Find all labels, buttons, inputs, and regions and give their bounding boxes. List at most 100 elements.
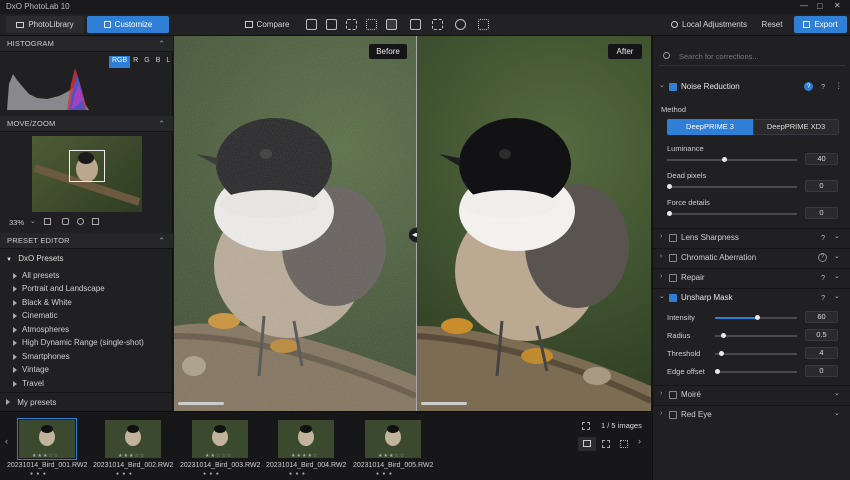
fit-filmstrip-icon[interactable]	[582, 422, 590, 430]
preset-item[interactable]: Smartphones	[13, 351, 70, 363]
moire-checkbox[interactable]	[669, 391, 677, 399]
slider-knob[interactable]	[715, 369, 720, 374]
preset-item[interactable]: Cinematic	[13, 310, 58, 322]
help-question-icon[interactable]: ?	[821, 233, 825, 242]
preset-editor-header[interactable]: PRESET EDITOR ⌃	[0, 233, 173, 249]
color-label-dots[interactable]: ● ● ●	[376, 471, 393, 477]
color-label-dots[interactable]: ● ● ●	[30, 471, 47, 477]
dead-pixels-value[interactable]: 0	[805, 180, 838, 192]
preset-item[interactable]: Atmospheres	[13, 324, 69, 336]
after-view[interactable]: After	[417, 36, 651, 411]
repair-header[interactable]: › Repair ? ⌄	[653, 268, 850, 286]
help-question-icon[interactable]: ?	[821, 273, 825, 282]
chevron-down-icon[interactable]: ⌄	[834, 292, 840, 300]
threshold-value[interactable]: 4	[805, 347, 838, 359]
zoom-viewport[interactable]	[69, 150, 105, 182]
help-question-icon[interactable]: ?	[821, 82, 825, 91]
force-details-slider[interactable]	[667, 211, 797, 216]
tab-photolibrary[interactable]: PhotoLibrary	[6, 16, 84, 33]
method-deepprime3-button[interactable]: DeepPRIME 3	[667, 119, 753, 135]
slider-knob[interactable]	[719, 351, 724, 356]
lens-sharpness-checkbox[interactable]	[669, 234, 677, 242]
rating-stars[interactable]: ★★★☆☆	[378, 453, 405, 459]
radius-slider[interactable]	[715, 333, 797, 338]
frame-icon[interactable]	[326, 19, 337, 30]
maximize-button[interactable]: □	[817, 1, 822, 11]
edge-offset-value[interactable]: 0	[805, 365, 838, 377]
rating-stars[interactable]: ★★☆☆☆	[205, 453, 232, 459]
image-viewer[interactable]: Before ◂▸ After	[174, 36, 651, 411]
preset-item[interactable]: Vintage	[13, 364, 49, 376]
preset-item[interactable]: Travel	[13, 378, 44, 390]
moire-header[interactable]: › Moiré ⌄	[653, 385, 850, 403]
loupe-icon[interactable]	[77, 218, 84, 225]
radius-value[interactable]: 0.5	[805, 329, 838, 341]
intensity-value[interactable]: 60	[805, 311, 838, 323]
edge-offset-slider[interactable]	[715, 369, 797, 374]
channel-b[interactable]: B	[153, 56, 164, 68]
red-eye-checkbox[interactable]	[669, 411, 677, 419]
my-presets-group[interactable]: My presets	[0, 392, 173, 411]
chevron-down-icon[interactable]: ⌄	[834, 272, 840, 280]
force-details-value[interactable]: 0	[805, 207, 838, 219]
dead-pixels-slider[interactable]	[667, 184, 797, 189]
more-options-icon[interactable]: ⋮	[835, 81, 843, 90]
compare-view-icon[interactable]	[620, 440, 628, 448]
noise-reduction-header[interactable]: ⌄ Noise Reduction ? ? ⋮	[653, 78, 850, 96]
chevron-down-icon[interactable]: ⌄	[834, 409, 840, 417]
zoom-options-icon[interactable]	[92, 218, 99, 225]
export-button[interactable]: Export	[794, 16, 847, 33]
histogram-header[interactable]: HISTOGRAM ⌃	[0, 36, 173, 52]
navigator-thumbnail[interactable]	[32, 136, 142, 212]
chevron-down-icon[interactable]: ⌄	[834, 232, 840, 240]
luminance-value[interactable]: 40	[805, 153, 838, 165]
zoom-level[interactable]: 33%	[9, 218, 24, 227]
filmstrip-prev-icon[interactable]: ‹	[5, 436, 8, 446]
repair-checkbox[interactable]	[669, 274, 677, 282]
move-zoom-header[interactable]: MOVE/ZOOM ⌃	[0, 116, 173, 132]
channel-l[interactable]: L	[163, 56, 173, 68]
help-icon[interactable]: ?	[818, 253, 827, 262]
view-mode-single-button[interactable]	[578, 437, 596, 451]
preset-item[interactable]: High Dynamic Range (single-shot)	[13, 337, 144, 349]
preset-item[interactable]: Portrait and Landscape	[13, 283, 105, 295]
search-input[interactable]: Search for corrections...	[679, 52, 759, 61]
crop-icon[interactable]	[306, 19, 317, 30]
luminance-slider[interactable]	[667, 157, 797, 162]
threshold-slider[interactable]	[715, 351, 797, 356]
horizon-icon[interactable]	[346, 19, 357, 30]
slider-knob[interactable]	[722, 157, 727, 162]
unsharp-mask-header[interactable]: ⌄ Unsharp Mask ? ⌄	[653, 288, 850, 306]
zoom-dropdown-icon[interactable]: ⌄	[30, 217, 36, 225]
unsharp-mask-checkbox[interactable]	[669, 294, 677, 302]
noise-reduction-checkbox[interactable]	[669, 83, 677, 91]
tab-customize[interactable]: Customize	[87, 16, 169, 33]
after-scrollbar[interactable]	[421, 402, 467, 405]
rating-stars[interactable]: ★★★☆☆	[118, 453, 145, 459]
preset-item[interactable]: Black & White	[13, 297, 72, 309]
help-icon[interactable]: ?	[804, 82, 813, 91]
slider-knob[interactable]	[721, 333, 726, 338]
preset-item[interactable]: All presets	[13, 270, 59, 282]
chromatic-aberration-checkbox[interactable]	[669, 254, 677, 262]
before-scrollbar[interactable]	[178, 402, 224, 405]
reset-button[interactable]: Reset	[758, 16, 786, 33]
help-question-icon[interactable]: ?	[821, 293, 825, 302]
perspective-icon[interactable]	[366, 19, 377, 30]
color-label-dots[interactable]: ● ● ●	[203, 471, 220, 477]
compare-button[interactable]: Compare	[242, 16, 292, 33]
search-field[interactable]: Search for corrections...	[659, 50, 845, 66]
lens-sharpness-header[interactable]: › Lens Sharpness ? ⌄	[653, 228, 850, 246]
chevron-down-icon[interactable]: ⌄	[834, 389, 840, 397]
channel-g[interactable]: G	[141, 56, 152, 68]
slider-knob[interactable]	[667, 184, 672, 189]
rating-stars[interactable]: ★★★☆☆	[32, 453, 59, 459]
channel-rgb[interactable]: RGB	[109, 56, 131, 68]
method-deepprimexd3-button[interactable]: DeepPRIME XD3	[753, 119, 839, 135]
slider-knob[interactable]	[667, 211, 672, 216]
rating-stars[interactable]: ★★★★☆	[291, 453, 318, 459]
channel-r[interactable]: R	[130, 56, 141, 68]
red-eye-icon[interactable]	[410, 19, 421, 30]
chromatic-aberration-header[interactable]: › Chromatic Aberration ? ⌄	[653, 248, 850, 266]
fullscreen-icon[interactable]	[478, 19, 489, 30]
